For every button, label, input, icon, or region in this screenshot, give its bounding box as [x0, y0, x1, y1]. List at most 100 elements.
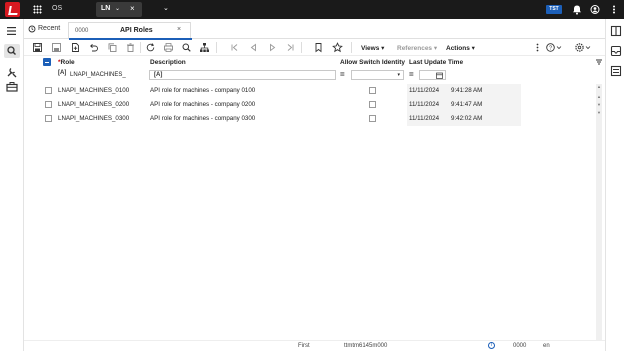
tab-api-roles[interactable]: 0000 API Roles	[68, 22, 192, 40]
top-bar: OS LN ⌄ × ⌄ TST	[0, 0, 624, 19]
bookmark-icon[interactable]	[313, 42, 324, 53]
scroll-down-icon[interactable]: ▼	[597, 102, 601, 107]
chevron-down-icon[interactable]: ⌄	[163, 4, 169, 12]
new-icon[interactable]	[70, 42, 81, 53]
toolbar-divider	[216, 42, 217, 53]
more-vertical-icon[interactable]	[609, 4, 619, 15]
time-cell[interactable]: 9:41:28 AM	[451, 87, 482, 94]
panel-layout-icon[interactable]	[608, 24, 624, 38]
column-header-role[interactable]: *Role	[58, 59, 75, 66]
previous-record-icon[interactable]	[248, 42, 259, 53]
actions-menu[interactable]: Actions ▾	[446, 44, 475, 52]
row-select-checkbox[interactable]	[45, 87, 52, 94]
filter-icon[interactable]	[595, 58, 603, 66]
refresh-icon[interactable]	[145, 42, 156, 53]
next-record-icon[interactable]	[267, 42, 278, 53]
calendar-icon	[436, 72, 443, 79]
briefcase-icon[interactable]	[4, 80, 20, 94]
bell-icon[interactable]	[572, 4, 582, 15]
tools-icon[interactable]	[4, 65, 20, 79]
help-icon[interactable]: ?	[545, 42, 563, 53]
recent-button[interactable]: Recent	[38, 25, 60, 32]
column-header-description[interactable]: Description	[150, 59, 186, 66]
time-cell[interactable]: 9:42:02 AM	[451, 115, 482, 122]
more-vertical-icon[interactable]	[532, 42, 543, 53]
list-panel-icon[interactable]	[608, 64, 624, 78]
tab-company-number: 0000	[75, 28, 89, 34]
allow-switch-identity-checkbox[interactable]	[369, 115, 376, 122]
app-grid-icon[interactable]	[33, 5, 42, 14]
vertical-scrollbar[interactable]: ▲ ▲ ▼ ▼	[596, 84, 602, 341]
save-icon[interactable]	[32, 42, 43, 53]
column-header-allow-switch-identity[interactable]: Allow Switch Identity	[340, 59, 405, 66]
star-icon[interactable]	[332, 42, 343, 53]
hierarchy-icon[interactable]	[199, 42, 210, 53]
equals-operator-icon[interactable]: =	[409, 71, 414, 79]
svg-text:?: ?	[549, 46, 552, 52]
left-rail	[0, 19, 24, 351]
description-cell[interactable]: API role for machines - company 0100	[150, 87, 255, 94]
scroll-down-icon[interactable]: ▼	[597, 110, 601, 115]
user-icon[interactable]	[590, 4, 600, 15]
save-close-icon[interactable]	[51, 42, 62, 53]
scroll-up-icon[interactable]: ▲	[597, 94, 601, 99]
table-row[interactable]: LNAPI_MACHINES_0300 API role for machine…	[41, 112, 521, 126]
references-label: References	[397, 45, 433, 52]
allow-switch-identity-checkbox[interactable]	[369, 101, 376, 108]
date-cell[interactable]: 11/11/2024	[409, 101, 439, 108]
description-cell[interactable]: API role for machines - company 0200	[150, 101, 255, 108]
print-icon[interactable]	[163, 42, 174, 53]
row-select-checkbox[interactable]	[45, 115, 52, 122]
info-icon[interactable]: i	[488, 342, 495, 349]
description-cell[interactable]: API role for machines - company 0300	[150, 115, 255, 122]
record-position: First	[298, 343, 310, 349]
role-cell[interactable]: LNAPI_MACHINES_0300	[58, 115, 129, 122]
copy-icon[interactable]	[107, 42, 118, 53]
right-rail	[605, 19, 624, 351]
menu-icon[interactable]	[4, 24, 20, 38]
toolbar-divider	[351, 42, 352, 53]
chevron-down-icon[interactable]: ⌄	[115, 5, 120, 12]
role-cell[interactable]: LNAPI_MACHINES_0200	[58, 101, 129, 108]
undo-icon[interactable]	[88, 42, 99, 53]
role-filter-input[interactable]: LNAPI_MACHINES_	[66, 70, 146, 80]
app-tab-label: LN	[101, 5, 111, 12]
search-icon[interactable]	[4, 44, 20, 58]
time-cell[interactable]: 9:41:47 AM	[451, 101, 482, 108]
history-icon[interactable]	[28, 25, 36, 33]
views-menu[interactable]: Views ▾	[361, 44, 384, 52]
table-row[interactable]: LNAPI_MACHINES_0200 API role for machine…	[41, 98, 521, 112]
select-all-checkbox[interactable]	[43, 58, 51, 66]
scroll-up-icon[interactable]: ▲	[597, 84, 601, 89]
column-header-last-update-time[interactable]: Last Update Time	[409, 59, 463, 66]
equals-operator-icon[interactable]: =	[340, 71, 345, 79]
actions-label: Actions	[446, 45, 470, 52]
app-tab-ln[interactable]: LN ⌄ ×	[96, 2, 142, 17]
inbox-icon[interactable]	[608, 44, 624, 58]
close-icon[interactable]: ×	[130, 4, 135, 13]
infor-logo[interactable]	[5, 2, 20, 17]
allow-switch-identity-checkbox[interactable]	[369, 87, 376, 94]
allow-switch-identity-filter-select[interactable]: ▾	[351, 70, 404, 80]
table-row[interactable]: LNAPI_MACHINES_0100 API role for machine…	[41, 84, 521, 98]
views-label: Views	[361, 45, 380, 52]
settings-icon[interactable]	[574, 42, 592, 53]
session-tabs: Recent 0000 API Roles ×	[24, 19, 605, 40]
role-cell[interactable]: LNAPI_MACHINES_0100	[58, 87, 129, 94]
date-cell[interactable]: 11/11/2024	[409, 87, 439, 94]
language-code: en	[543, 343, 550, 349]
environment-badge: TST	[546, 5, 562, 14]
toolbar-divider	[301, 42, 302, 53]
search-icon[interactable]	[181, 42, 192, 53]
close-icon[interactable]: ×	[177, 26, 181, 33]
date-cell[interactable]: 11/11/2024	[409, 115, 439, 122]
case-sensitive-icon[interactable]: [A]	[154, 72, 162, 78]
first-record-icon[interactable]	[229, 42, 240, 53]
references-menu[interactable]: References ▾	[397, 44, 437, 52]
description-filter-input[interactable]: [A]	[149, 70, 336, 80]
row-select-checkbox[interactable]	[45, 101, 52, 108]
last-update-time-filter-input[interactable]	[419, 70, 446, 80]
delete-icon[interactable]	[125, 42, 136, 53]
last-record-icon[interactable]	[285, 42, 296, 53]
os-label[interactable]: OS	[52, 5, 62, 12]
